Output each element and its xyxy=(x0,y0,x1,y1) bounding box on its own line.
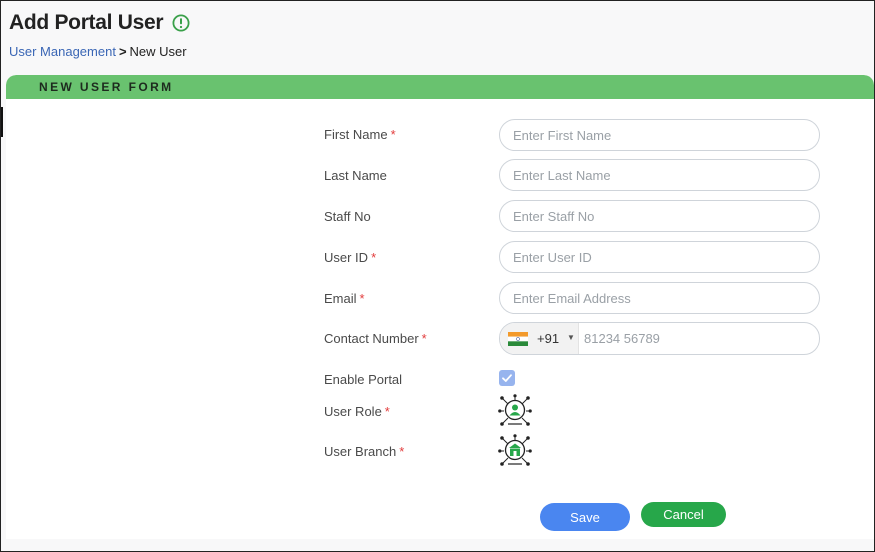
breadcrumb-separator: > xyxy=(118,44,127,59)
enable-portal-checkbox[interactable] xyxy=(499,370,515,386)
last-name-label-text: Last Name xyxy=(324,168,387,183)
required-marker: * xyxy=(371,250,377,265)
email-label: Email * xyxy=(324,291,365,306)
breadcrumb: User Management > New User xyxy=(9,44,187,59)
breadcrumb-user-management-link[interactable]: User Management xyxy=(9,44,116,59)
user-role-label: User Role * xyxy=(324,404,390,419)
page-header: Add Portal User xyxy=(9,11,190,35)
user-id-input[interactable] xyxy=(499,241,820,273)
required-marker: * xyxy=(359,291,365,306)
india-flag-icon xyxy=(508,332,528,346)
required-marker: * xyxy=(421,331,427,346)
info-circle-icon[interactable] xyxy=(172,14,190,32)
first-name-label: First Name * xyxy=(324,127,396,142)
staff-no-label: Staff No xyxy=(324,209,371,224)
app-frame: Add Portal User User Management > New User… xyxy=(0,0,875,552)
contact-number-label-text: Contact Number xyxy=(324,331,419,346)
user-role-label-text: User Role xyxy=(324,404,382,419)
dial-code: +91 xyxy=(537,331,560,346)
email-input[interactable] xyxy=(499,282,820,314)
contact-number-field: +91 ▼ xyxy=(499,322,820,355)
save-button[interactable]: Save xyxy=(540,503,630,531)
first-name-label-text: First Name xyxy=(324,127,388,142)
required-marker: * xyxy=(384,404,390,419)
user-id-label: User ID * xyxy=(324,250,376,265)
branch-network-icon[interactable] xyxy=(498,434,532,468)
page-title: Add Portal User xyxy=(9,11,164,34)
staff-no-input[interactable] xyxy=(499,200,820,232)
contact-number-input[interactable] xyxy=(584,323,814,354)
country-code-dropdown[interactable]: +91 ▼ xyxy=(500,323,579,354)
breadcrumb-current: New User xyxy=(129,44,187,59)
staff-no-label-text: Staff No xyxy=(324,209,371,224)
contact-number-label: Contact Number * xyxy=(324,331,427,346)
enable-portal-label: Enable Portal xyxy=(324,372,402,387)
first-name-input[interactable] xyxy=(499,119,820,151)
last-name-label: Last Name xyxy=(324,168,387,183)
user-id-label-text: User ID xyxy=(324,250,369,265)
form-section-header: NEW USER FORM xyxy=(6,75,874,99)
last-name-input[interactable] xyxy=(499,159,820,191)
required-marker: * xyxy=(390,127,396,142)
user-branch-label-text: User Branch xyxy=(324,444,397,459)
user-role-network-icon[interactable] xyxy=(498,394,532,428)
panel-edge-marker xyxy=(1,107,3,137)
check-icon xyxy=(502,374,512,382)
cancel-button[interactable]: Cancel xyxy=(641,502,726,527)
caret-down-icon: ▼ xyxy=(567,333,575,342)
email-label-text: Email xyxy=(324,291,357,306)
user-branch-label: User Branch * xyxy=(324,444,404,459)
enable-portal-label-text: Enable Portal xyxy=(324,372,403,387)
required-marker: * xyxy=(399,444,405,459)
